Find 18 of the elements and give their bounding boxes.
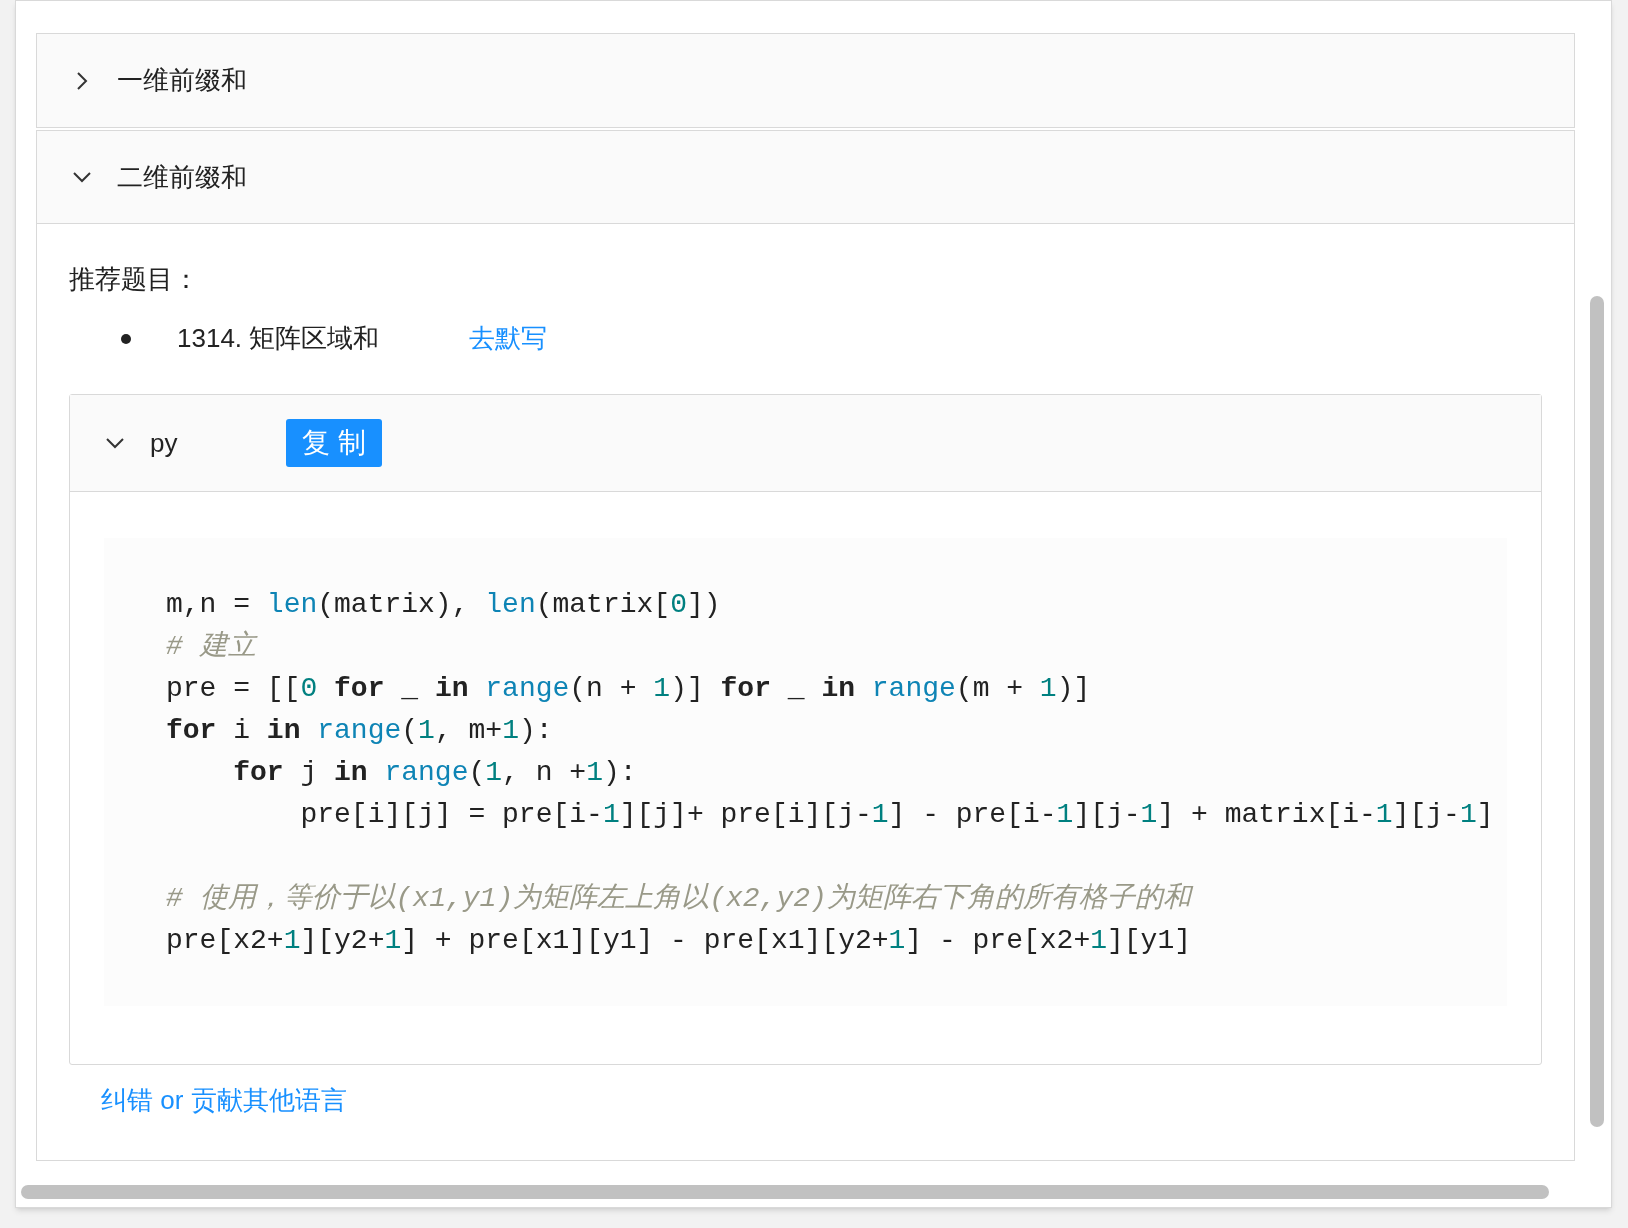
accordion-title: 一维前缀和	[117, 64, 247, 97]
accordion-title: 二维前缀和	[117, 160, 247, 194]
accordion-header[interactable]: 二维前缀和	[37, 131, 1574, 224]
code-line: m,n = len(matrix), len(matrix[0])	[166, 588, 721, 622]
horizontal-scrollbar[interactable]	[21, 1185, 1549, 1199]
problem-title: 1314. 矩阵区域和	[177, 322, 380, 355]
code-line: for i in range(1, m+1):	[166, 714, 553, 748]
code-language: py	[150, 426, 179, 460]
vertical-scrollbar[interactable]	[1590, 296, 1604, 1127]
bullet-icon	[121, 333, 131, 344]
code-line: pre = [[0 for _ in range(n + 1)] for _ in range(m + 1)]	[166, 672, 1091, 706]
code-line: pre[x2+1][y2+1] + pre[x1][y1] - pre[x1][y2+1] - pre[x2+1][y1]	[166, 924, 1192, 958]
section-label: 推荐题目：	[69, 263, 199, 296]
accordion-header[interactable]: 一维前缀和	[37, 34, 1574, 127]
code-line: # 建立	[166, 629, 256, 664]
code-header[interactable]: py 复 制	[70, 395, 1541, 492]
code-line: for j in range(1, n +1):	[232, 756, 637, 790]
code-line: pre[i][j] = pre[i-1][j]+ pre[i][j-1] - pre[i-1][j-1] + matrix[i-1][j-1]	[299, 798, 1494, 832]
